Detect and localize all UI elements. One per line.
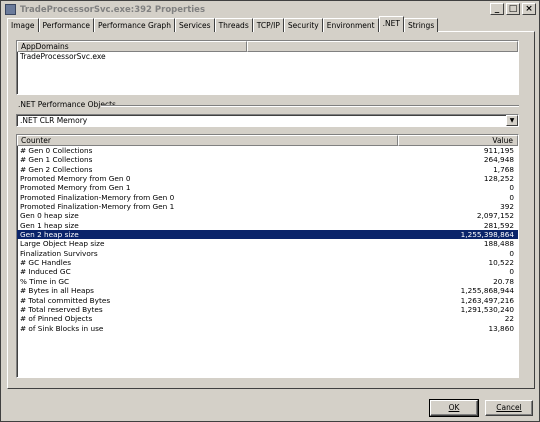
- minimize-button[interactable]: _: [490, 3, 504, 15]
- counter-name: # Gen 0 Collections: [20, 146, 93, 155]
- counter-row[interactable]: Gen 2 heap size 1,255,398,864: [17, 230, 518, 240]
- counter-value: 188,488: [483, 239, 514, 249]
- tab-tcp-ip[interactable]: TCP/IP: [252, 18, 284, 32]
- counter-row[interactable]: # of Sink Blocks in use 13,860: [17, 324, 518, 333]
- chevron-down-icon[interactable]: ▼: [506, 115, 518, 126]
- counter-name: Promoted Finalization-Memory from Gen 1: [20, 202, 175, 212]
- counter-row[interactable]: % Time in GC 20.78: [17, 277, 518, 286]
- perf-objects-dropdown[interactable]: .NET CLR Memory ▼: [16, 114, 519, 127]
- properties-window: TradeProcessorSvc.exe:392 Properties _ □…: [0, 0, 540, 422]
- counter-value: 1,291,530,240: [460, 304, 514, 314]
- counter-row[interactable]: # Bytes in all Heaps 1,255,868,944: [17, 286, 518, 295]
- tab-net[interactable]: .NET: [378, 16, 404, 32]
- counter-row[interactable]: # GC Handles 10,522: [17, 258, 518, 267]
- appdomains-column-header[interactable]: AppDomains: [17, 41, 247, 52]
- counter-value: 0: [509, 267, 514, 277]
- counter-row[interactable]: Gen 0 heap size 2,097,152: [17, 211, 518, 220]
- counter-row[interactable]: # Gen 0 Collections 911,195: [17, 146, 518, 155]
- counter-row[interactable]: Large Object Heap size 188,488: [17, 239, 518, 248]
- counter-value: 20.78: [493, 276, 514, 286]
- counter-name: % Time in GC: [20, 276, 70, 286]
- counter-name: Promoted Memory from Gen 0: [20, 174, 131, 184]
- tab-strings[interactable]: Strings: [403, 18, 439, 32]
- counter-name: Promoted Memory from Gen 1: [20, 183, 131, 193]
- counter-value: 1,255,398,864: [460, 230, 514, 240]
- counter-name: # of Sink Blocks in use: [20, 323, 104, 333]
- counter-row[interactable]: Promoted Finalization-Memory from Gen 0 0: [17, 193, 518, 202]
- appdomains-column-spacer: [247, 41, 518, 52]
- value-column-header[interactable]: Value: [398, 135, 518, 146]
- tab-services[interactable]: Services: [174, 18, 215, 32]
- counter-value: 13,860: [488, 323, 514, 333]
- cancel-button[interactable]: Cancel: [485, 400, 533, 416]
- counter-name: # GC Handles: [20, 258, 72, 268]
- window-title: TradeProcessorSvc.exe:392 Properties: [20, 4, 206, 15]
- counter-row[interactable]: Finalization Survivors 0: [17, 249, 518, 258]
- counter-value: 0: [509, 248, 514, 258]
- counter-row[interactable]: # Total committed Bytes 1,263,497,216: [17, 296, 518, 305]
- counter-row[interactable]: # Induced GC 0: [17, 267, 518, 276]
- title-bar[interactable]: TradeProcessorSvc.exe:392 Properties _ □…: [2, 2, 538, 17]
- tab-security[interactable]: Security: [283, 18, 323, 32]
- counter-name: # of Pinned Objects: [20, 314, 93, 324]
- counter-name: Gen 0 heap size: [20, 211, 79, 221]
- counters-list[interactable]: Counter Value # Gen 0 Collections 911,195…: [16, 134, 519, 378]
- tab-performance-graph[interactable]: Performance Graph: [94, 18, 175, 32]
- tab-strip: Image Performance Performance Graph Service…: [7, 16, 439, 32]
- counter-name: # Bytes in all Heaps: [20, 286, 94, 296]
- tab-environment[interactable]: Environment: [322, 18, 379, 32]
- appdomains-list[interactable]: AppDomains TradeProcessorSvc.exe: [16, 40, 519, 95]
- app-icon: [5, 4, 16, 15]
- ok-button[interactable]: OK: [429, 399, 479, 417]
- counter-value: 128,252: [483, 174, 514, 184]
- counter-value: 264,948: [483, 155, 514, 165]
- counter-value: 1,263,497,216: [460, 295, 514, 305]
- counter-name: # Induced GC: [20, 267, 71, 277]
- counter-value: 10,522: [488, 258, 514, 268]
- counter-value: 0: [509, 192, 514, 202]
- counter-name: # Gen 1 Collections: [20, 155, 93, 165]
- counter-row[interactable]: Promoted Finalization-Memory from Gen 1 3…: [17, 202, 518, 211]
- counter-value: 281,592: [483, 220, 514, 230]
- counter-name: Gen 1 heap size: [20, 220, 79, 230]
- counter-value: 22: [504, 314, 514, 324]
- counter-row[interactable]: # of Pinned Objects 22: [17, 314, 518, 323]
- counter-name: # Total reserved Bytes: [20, 304, 103, 314]
- counter-value: 2,097,152: [476, 211, 514, 221]
- counter-value: 1,255,868,944: [460, 286, 514, 296]
- close-button[interactable]: ×: [522, 3, 536, 15]
- counter-name: Finalization Survivors: [20, 248, 98, 258]
- maximize-button[interactable]: □: [506, 3, 520, 15]
- perf-objects-selected: .NET CLR Memory: [20, 116, 88, 125]
- counter-value: 0: [509, 183, 514, 193]
- ok-button-label: OK: [448, 403, 460, 412]
- counter-row[interactable]: Promoted Memory from Gen 1 0: [17, 183, 518, 192]
- group-divider: [101, 105, 519, 107]
- counter-name: # Gen 2 Collections: [20, 164, 93, 174]
- counter-row[interactable]: Promoted Memory from Gen 0 128,252: [17, 174, 518, 183]
- counter-value: 1,768: [493, 164, 514, 174]
- counter-name: Promoted Finalization-Memory from Gen 0: [20, 192, 175, 202]
- tab-threads[interactable]: Threads: [214, 18, 253, 32]
- counter-name: # Total committed Bytes: [20, 295, 111, 305]
- tab-performance[interactable]: Performance: [38, 18, 95, 32]
- cancel-button-label: Cancel: [496, 403, 522, 412]
- counter-name: Gen 2 heap size: [20, 230, 79, 240]
- counter-row[interactable]: # Total reserved Bytes 1,291,530,240: [17, 305, 518, 314]
- counter-row[interactable]: # Gen 1 Collections 264,948: [17, 155, 518, 164]
- counter-name: Large Object Heap size: [20, 239, 105, 249]
- counter-value: 392: [500, 202, 514, 212]
- counter-column-header[interactable]: Counter: [17, 135, 398, 146]
- counter-value: 911,195: [483, 146, 514, 155]
- appdomain-item[interactable]: TradeProcessorSvc.exe: [17, 52, 518, 61]
- tab-image[interactable]: Image: [7, 18, 39, 32]
- counter-row[interactable]: Gen 1 heap size 281,592: [17, 221, 518, 230]
- counter-row[interactable]: # Gen 2 Collections 1,768: [17, 165, 518, 174]
